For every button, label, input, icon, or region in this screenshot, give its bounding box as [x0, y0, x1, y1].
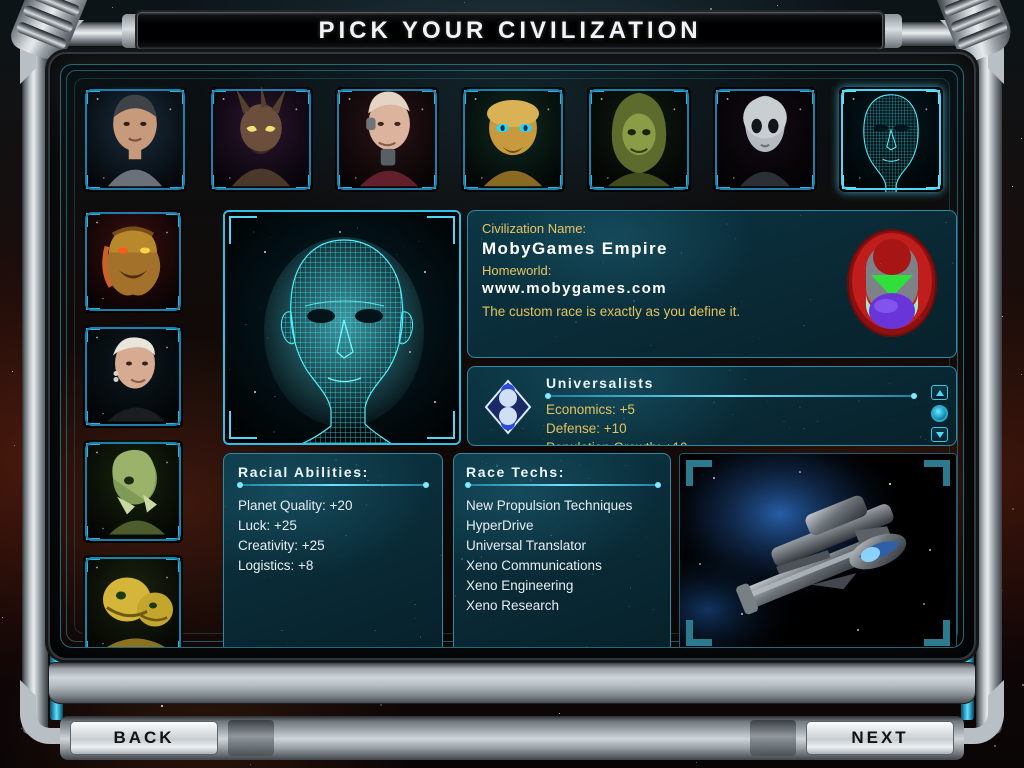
race-tile-spiked-alien-portrait[interactable]: [209, 87, 313, 192]
panel-speckle: [468, 211, 956, 357]
ship-corner-br: [924, 620, 950, 646]
bottom-chrome-bar: [48, 662, 976, 704]
tile-ring: [211, 89, 311, 190]
screen-content: Civilization Name: MobyGames Empire Home…: [60, 64, 964, 648]
ship-corner-tl: [686, 460, 712, 486]
tile-ring: [337, 89, 437, 190]
race-techs-panel: Race Techs: New Propulsion Techniques Hyp…: [453, 453, 671, 648]
racial-abilities-panel: Racial Abilities: Planet Quality: +20 Luc…: [223, 453, 443, 648]
race-tile-orange-beast-portrait[interactable]: [83, 210, 183, 313]
rail-notch-left: [228, 720, 274, 756]
race-tile-yellow-serpent-portrait[interactable]: [83, 555, 183, 648]
tile-ring: [85, 442, 181, 541]
tile-ring: [589, 89, 689, 190]
race-tile-pale-officer-portrait[interactable]: [335, 87, 439, 192]
tile-ring: [463, 89, 563, 190]
tile-ring: [85, 212, 181, 311]
back-button-label: BACK: [113, 728, 174, 748]
race-tile-grey-alien-portrait[interactable]: [713, 87, 817, 192]
race-tile-hooded-alien-portrait[interactable]: [587, 87, 691, 192]
ship-corner-bl: [686, 620, 712, 646]
tile-ring: [85, 89, 185, 190]
footer-button-row: BACK NEXT: [60, 716, 964, 760]
panel-speckle: [225, 212, 459, 443]
page-title-text: PICK YOUR CIVILIZATION: [318, 17, 701, 45]
race-tile-human-commander-portrait[interactable]: [83, 87, 187, 192]
race-tile-green-insectoid-portrait[interactable]: [83, 440, 183, 543]
page-title: PICK YOUR CIVILIZATION: [137, 12, 883, 50]
titlebar-cap-right: [880, 14, 902, 48]
race-tile-amber-alien-portrait[interactable]: [461, 87, 565, 192]
panel-speckle: [454, 454, 670, 648]
panel-speckle: [468, 367, 956, 445]
race-tile-white-haired-human-portrait[interactable]: [83, 325, 183, 428]
ship-corner-tr: [924, 460, 950, 486]
next-button-label: NEXT: [851, 728, 908, 748]
capital-ship-preview: [680, 454, 957, 648]
tile-ring: [841, 89, 941, 190]
trait-panel: Universalists Economics: +5Defense: +10P…: [467, 366, 957, 446]
tile-ring: [85, 557, 181, 648]
civilization-info-panel: Civilization Name: MobyGames Empire Home…: [467, 210, 957, 358]
back-button[interactable]: BACK: [70, 721, 218, 755]
tile-ring: [715, 89, 815, 190]
screen-bezel: Civilization Name: MobyGames Empire Home…: [48, 52, 976, 660]
tile-ring: [85, 327, 181, 426]
race-preview-panel: [223, 210, 461, 445]
rail-notch-right: [750, 720, 796, 756]
panel-speckle: [224, 454, 442, 648]
race-tile-custom-wireframe-portrait[interactable]: [839, 87, 943, 192]
next-button[interactable]: NEXT: [806, 721, 954, 755]
ship-preview-panel: [679, 453, 957, 648]
